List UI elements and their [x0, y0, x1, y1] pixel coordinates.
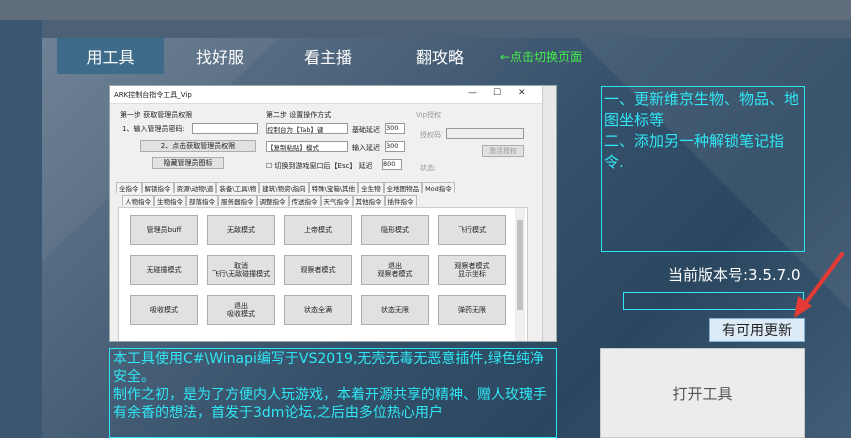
delay-input: 800 [382, 159, 402, 170]
subcategory-tab: 插件指令 [384, 195, 417, 206]
input-delay-input: 300 [385, 141, 405, 152]
command-panel-scrollbar [515, 208, 525, 341]
category-tabs: 全指令 解锁指令 资源\动物\道 装备\工具\物 建筑\物资\指向 特殊\宝箱\… [116, 182, 516, 193]
embedded-outer-scrollbar [542, 86, 556, 341]
paste-mode-select: 【复制粘贴】模式 [266, 141, 348, 152]
open-tool-button[interactable]: 打开工具 [600, 348, 805, 438]
delay-label: 延迟 [358, 162, 373, 170]
update-notes: 一、更新维京生物、物品、地图坐标等 二、添加另一种解锁笔记指令. [601, 86, 805, 252]
tab-find-server[interactable]: 找好服 [168, 38, 272, 74]
admin-password-input [192, 123, 258, 134]
subcategory-tab: 人物指令 [122, 195, 154, 206]
command-button: 观察者模式 显示坐标 [438, 255, 506, 285]
embedded-title-bar: ARK控制台指令工具_Vip — ☐ ✕ [110, 86, 556, 104]
vip-status-label: 状态: [420, 164, 437, 172]
basic-delay-label: 基础延迟 [352, 126, 380, 134]
vip-label: Vip授权 [416, 111, 442, 119]
embedded-title: ARK控制台指令工具_Vip [114, 90, 192, 99]
vip-code-input [446, 128, 524, 139]
command-button: 无碰撞模式 [130, 255, 198, 285]
subcategory-tab: 生物指令 [154, 195, 186, 206]
command-button: 隐形模式 [361, 215, 429, 245]
get-admin-button: 2、点击获取管理员权限 [140, 140, 256, 152]
category-tab: 建筑\物资\指向 [259, 182, 309, 193]
command-button: 上帝模式 [284, 215, 352, 245]
basic-delay-input: 300 [385, 123, 405, 134]
close-icon: ✕ [518, 88, 526, 98]
step2-label: 第二步 设置操作方式 [266, 111, 332, 119]
command-button: 飞行模式 [438, 215, 506, 245]
category-tab: 解锁指令 [141, 182, 174, 193]
category-tab: 全指令 [116, 182, 142, 193]
title-frame [0, 0, 851, 20]
category-tab: 特殊\宝箱\其他 [308, 182, 359, 193]
subcategory-tab: 天气指令 [320, 195, 353, 206]
vip-code-label: 授权码 [420, 131, 441, 139]
step1-password-label: 1、输入管理员密码: [122, 125, 185, 133]
minimize-icon: — [468, 88, 477, 98]
command-button: 弹药无限 [438, 295, 506, 325]
tab-guides[interactable]: 翻攻略 [386, 38, 494, 74]
top-bar [42, 20, 851, 38]
command-button: 取消 飞行\无敌碰撞模式 [207, 255, 275, 285]
command-button: 状态全满 [284, 295, 352, 325]
command-button: 吸收模式 [130, 295, 198, 325]
tab-watch-streamer[interactable]: 看主播 [276, 38, 380, 74]
command-button: 状态无限 [361, 295, 429, 325]
switch-page-hint: ←点击切换页面 [500, 50, 583, 64]
version-label: 当前版本号:3.5.7.0 [668, 266, 801, 284]
category-tab: 全地图物品 [383, 182, 423, 193]
category-tab: 全生物 [358, 182, 384, 193]
subcategory-tab: 传送指令 [288, 195, 321, 206]
update-progress-bar [623, 292, 804, 310]
vip-activate-button: 激活授权 [482, 145, 524, 157]
subcategory-tab: 调整指令 [256, 195, 289, 206]
tab-use-tool[interactable]: 用工具 [57, 38, 164, 74]
switch-window-checkbox: ☐ 切换到游戏窗口后【Esc】 延迟 [266, 162, 373, 170]
subcategory-tab: 服务器指令 [218, 195, 257, 206]
command-button: 退出 观察者模式 [361, 255, 429, 285]
maximize-icon: ☐ [493, 88, 502, 98]
switch-window-label: 切换到游戏窗口后【Esc】 [274, 162, 357, 170]
command-button: 退出 吸收模式 [207, 295, 275, 325]
category-tab: Mod指令 [422, 182, 455, 193]
subcategory-tab: 其他指令 [352, 195, 385, 206]
pointer-arrow-icon [794, 252, 844, 318]
command-button: 管理员buff [130, 215, 198, 245]
tool-description: 本工具使用C#\Winapi编写于VS2019,无壳无毒无恶意插件,绿色纯净安全… [109, 348, 557, 438]
subcategory-tab: 部落指令 [186, 195, 218, 206]
update-available-button[interactable]: 有可用更新 [709, 318, 805, 342]
left-frame [0, 20, 42, 438]
category-tab: 装备\工具\物 [216, 182, 260, 193]
hide-admin-icon-button: 隐藏管理员图标 [152, 157, 224, 169]
step1-label: 第一步 获取管理员权限 [120, 111, 193, 119]
tool-screenshot: ARK控制台指令工具_Vip — ☐ ✕ 第一步 获取管理员权限 1、输入管理员… [109, 85, 557, 342]
category-tab: 资源\动物\道 [173, 182, 217, 193]
console-key-select: 控制台为【Tab】键 [266, 123, 348, 134]
subcategory-tabs: 人物指令 生物指令 部落指令 服务器指令 调整指令 传送指令 天气指令 其他指令… [122, 195, 522, 206]
input-delay-label: 输入延迟 [352, 144, 380, 152]
command-button: 无敌模式 [207, 215, 275, 245]
command-button: 观察者模式 [284, 255, 352, 285]
